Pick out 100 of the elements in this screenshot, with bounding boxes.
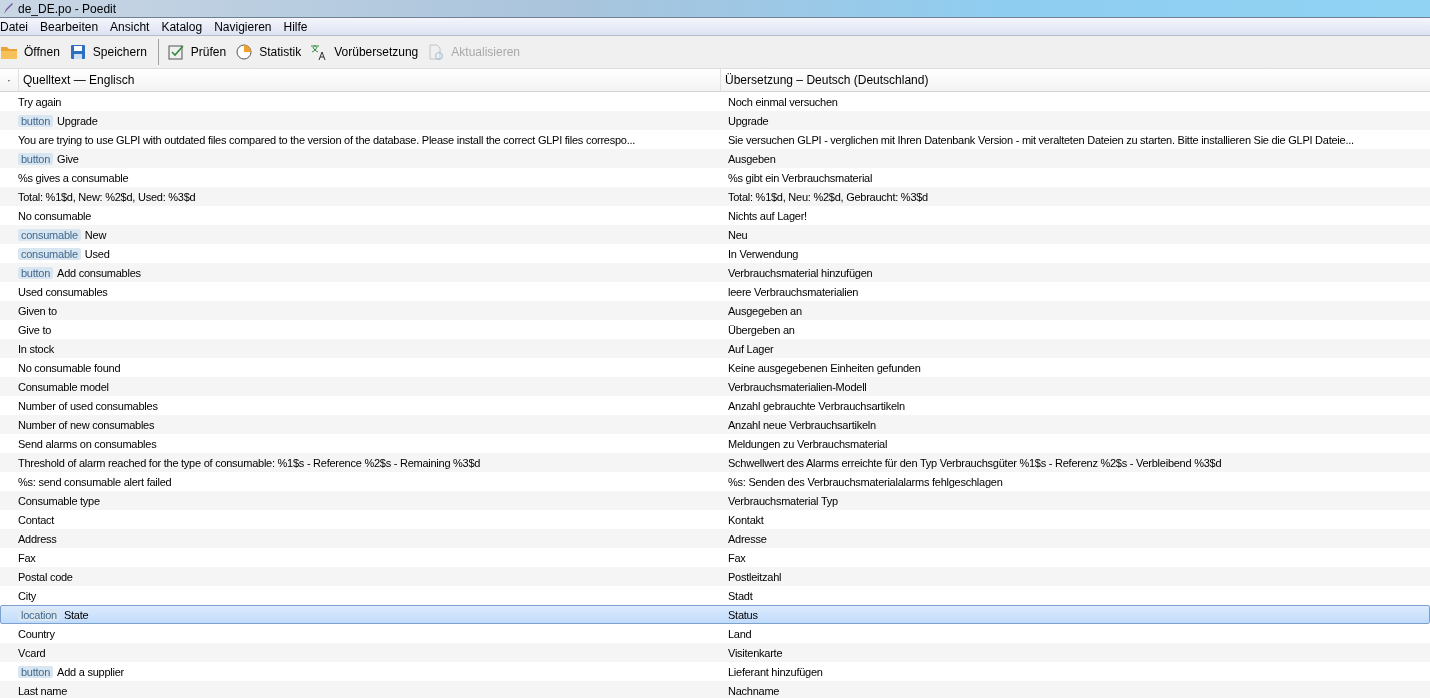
- source-text: %s: send consumable alert failed: [18, 475, 172, 488]
- table-row[interactable]: button Add consumables Verbrauchsmaterial hinzufügen: [0, 263, 1430, 282]
- toolbar-button[interactable]: Öffnen: [0, 38, 67, 66]
- source-text: Fax: [18, 551, 36, 564]
- source-text: Total: %1$d, New: %2$d, Used: %3$d: [18, 190, 196, 203]
- translation-text: Sie versuchen GLPI - verglichen mit Ihren Datenbank Version - mit veralteten Dateien zu starten. Bitte installieren Sie die GLPI Dateie...: [727, 133, 1355, 146]
- translation-text: Schwellwert des Alarms erreichte für den Typ Verbrauchsgüter %1$s - Referenz %2$s - Verbleibend %3$d: [727, 456, 1223, 469]
- table-row[interactable]: Total: %1$d, New: %2$d, Used: %3$d Total: %1$d, Neu: %2$d, Gebraucht: %3$d: [0, 187, 1430, 206]
- column-header[interactable]: Übersetzung – Deutsch (Deutschland): [720, 69, 1430, 91]
- translation-text: Ausgegeben an: [727, 304, 803, 317]
- source-text: New: [84, 228, 107, 241]
- source-text: Upgrade: [57, 114, 98, 127]
- source-text: Country: [18, 627, 55, 640]
- menu-item[interactable]: Datei: [0, 19, 34, 34]
- source-text: In stock: [18, 342, 54, 355]
- toolbar-button[interactable]: Speichern: [68, 38, 154, 66]
- context-tag: consumable: [18, 228, 81, 241]
- source-text: Threshold of alarm reached for the type of consumable: %1$s - Reference %2$s - Remaining %3$d: [18, 456, 481, 469]
- translation-text: %s gibt ein Verbrauchsmaterial: [727, 171, 874, 184]
- source-text: Add consumables: [57, 266, 141, 279]
- translation-text: Nachname: [727, 684, 781, 697]
- context-tag: location: [18, 608, 60, 621]
- translation-text: Anzahl gebrauchte Verbrauchsartikeln: [727, 399, 906, 412]
- source-text: Send alarms on consumables: [18, 437, 157, 450]
- source-text: Used: [84, 247, 110, 260]
- pie-chart-icon: [235, 43, 254, 61]
- translation-text: Ausgeben: [727, 152, 777, 165]
- toolbar-button[interactable]: Prüfen: [166, 38, 234, 66]
- column-header[interactable]: Quelltext — Englisch: [18, 69, 720, 91]
- translation-text: Neu: [727, 228, 749, 241]
- translation-text: Land: [727, 627, 753, 640]
- table-row[interactable]: Consumable type Verbrauchsmaterial Typ: [0, 491, 1430, 510]
- translation-text: Verbrauchsmaterialien-Modell: [727, 380, 868, 393]
- translation-text: Total: %1$d, Neu: %2$d, Gebraucht: %3$d: [727, 190, 929, 203]
- checkbox-icon: [166, 43, 185, 61]
- menu-item[interactable]: Katalog: [155, 19, 209, 34]
- column-marker: ·: [6, 73, 12, 88]
- translation-text: leere Verbrauchsmaterialien: [727, 285, 860, 298]
- translation-text: Meldungen zu Verbrauchsmaterial: [727, 437, 889, 450]
- source-text: You are trying to use GLPI with outdated files compared to the version of the database. Please install the correct GLPI files correspo...: [18, 133, 636, 146]
- source-text: Give: [57, 152, 79, 165]
- source-text: Give to: [18, 323, 52, 336]
- translation-text: Anzahl neue Verbrauchsartikeln: [727, 418, 877, 431]
- translation-text: Noch einmal versuchen: [727, 95, 839, 108]
- translation-text: Verbrauchsmaterial hinzufügen: [727, 266, 874, 279]
- context-tag: button: [18, 114, 54, 127]
- source-text: No consumable: [18, 209, 92, 222]
- translation-text: Stadt: [727, 589, 754, 602]
- translation-text: Lieferant hinzufügen: [727, 665, 824, 678]
- table-row[interactable]: Threshold of alarm reached for the type of consumable: %1$s - Reference %2$s - Remaining %3$d Schwellwert des Alarms erreichte für den Typ Verbrauchsgüter %1$s - Referenz %2$s - Verbleibend %3$d: [0, 453, 1430, 472]
- source-text: %s gives a consumable: [18, 171, 129, 184]
- translation-text: Fax: [727, 551, 747, 564]
- context-tag: button: [18, 266, 54, 279]
- source-text: Given to: [18, 304, 57, 317]
- document-refresh-icon: [427, 43, 446, 61]
- menu-item[interactable]: Ansicht: [104, 19, 156, 34]
- table-row[interactable]: Given to Ausgegeben an: [0, 301, 1430, 320]
- translation-text: Postleitzahl: [727, 570, 783, 583]
- source-text: Vcard: [18, 646, 46, 659]
- table-row[interactable]: button Give Ausgeben: [0, 149, 1430, 168]
- translation-text: %s: Senden des Verbrauchsmaterialalarms fehlgeschlagen: [727, 475, 1004, 488]
- window-title: de_DE.po - Poedit: [18, 1, 117, 16]
- translation-text: Visitenkarte: [727, 646, 784, 659]
- table-row[interactable]: Last name Nachname: [0, 681, 1430, 698]
- translation-text: Übergeben an: [727, 323, 796, 336]
- source-text: Try again: [18, 95, 62, 108]
- translation-text: Upgrade: [727, 114, 770, 127]
- table-row[interactable]: consumable New Neu: [0, 225, 1430, 244]
- translation-text: Adresse: [727, 532, 768, 545]
- source-text: State: [63, 608, 89, 621]
- table-row[interactable]: Number of new consumables Anzahl neue Verbrauchsartikeln: [0, 415, 1430, 434]
- menu-item[interactable]: Navigieren: [208, 19, 278, 34]
- source-text: No consumable found: [18, 361, 121, 374]
- source-text: Postal code: [18, 570, 73, 583]
- translation-text: Kontakt: [727, 513, 765, 526]
- table-row[interactable]: button Upgrade Upgrade: [0, 111, 1430, 130]
- source-text: Used consumables: [18, 285, 108, 298]
- menu-item[interactable]: Bearbeiten: [34, 19, 105, 34]
- translation-text: Keine ausgegebenen Einheiten gefunden: [727, 361, 922, 374]
- menu-item[interactable]: Hilfe: [277, 19, 314, 34]
- context-tag: button: [18, 152, 54, 165]
- toolbar-button[interactable]: Statistik: [235, 38, 309, 66]
- source-text: Consumable model: [18, 380, 109, 393]
- table-row[interactable]: In stock Auf Lager: [0, 339, 1430, 358]
- source-text: Number of new consumables: [18, 418, 155, 431]
- table-row[interactable]: Consumable model Verbrauchsmaterialien-Modell: [0, 377, 1430, 396]
- translation-text: Auf Lager: [727, 342, 775, 355]
- table-row[interactable]: Address Adresse: [0, 529, 1430, 548]
- source-text: Last name: [18, 684, 68, 697]
- translation-text: Nichts auf Lager!: [727, 209, 808, 222]
- table-row[interactable]: Postal code Postleitzahl: [0, 567, 1430, 586]
- source-text: City: [18, 589, 36, 602]
- translation-text: Status: [727, 608, 759, 621]
- table-row[interactable]: Vcard Visitenkarte: [0, 643, 1430, 662]
- translation-text: Verbrauchsmaterial Typ: [727, 494, 839, 507]
- source-text: Add a supplier: [57, 665, 124, 678]
- table-row[interactable]: location State Status: [0, 605, 1430, 624]
- context-tag: consumable: [18, 247, 81, 260]
- source-text: Contact: [18, 513, 55, 526]
- toolbar-button[interactable]: Vorübersetzung: [310, 38, 426, 66]
